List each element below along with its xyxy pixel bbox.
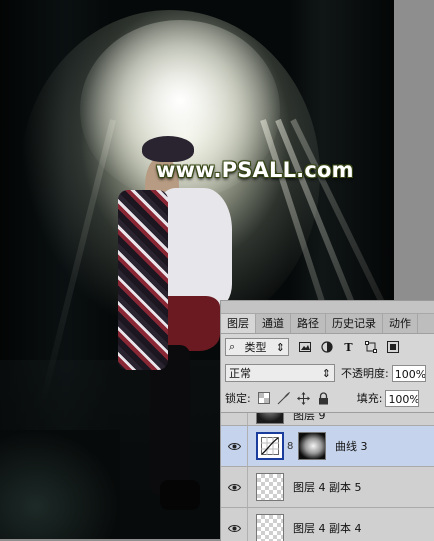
layer-thumbnail	[256, 514, 284, 541]
panel-tabs: 图层 通道 路径 历史记录 动作	[221, 314, 434, 334]
layer-thumbnail	[256, 413, 284, 424]
adjustment-filter-icon[interactable]	[320, 341, 333, 354]
layer-row[interactable]: 图层 9	[221, 413, 434, 426]
blend-row: 正常 ⇕ 不透明度: 100%	[221, 360, 434, 386]
layer-name[interactable]: 图层 4 副本 5	[293, 479, 362, 495]
shape-filter-icon[interactable]	[364, 341, 377, 354]
layer-row[interactable]: 图层 4 副本 4	[221, 508, 434, 541]
eye-icon[interactable]	[221, 508, 248, 541]
girl-scarf	[118, 190, 168, 370]
fill-label: 填充:	[356, 392, 383, 405]
updown-arrow-icon: ⇕	[275, 340, 285, 354]
foliage	[0, 430, 120, 539]
layer-mask-thumbnail[interactable]	[298, 432, 326, 460]
watermark-text: www.PSALL.com	[156, 158, 354, 182]
lock-label: 锁定:	[225, 392, 251, 405]
layer-name[interactable]: 图层 9	[293, 413, 326, 423]
layer-thumbnail	[256, 473, 284, 501]
fill-field[interactable]: 100%	[385, 389, 420, 407]
tab-channels[interactable]: 通道	[256, 314, 291, 333]
girl-boots	[160, 480, 200, 510]
curves-adjustment-icon	[256, 432, 284, 460]
tab-layers[interactable]: 图层	[221, 314, 256, 333]
image-filter-icon[interactable]	[298, 341, 311, 354]
kind-filter-label: 类型	[244, 341, 267, 354]
updown-arrow-icon: ⇕	[321, 366, 331, 380]
visibility-toggle-off[interactable]	[221, 413, 248, 425]
layer-row[interactable]: 图层 4 副本 5	[221, 467, 434, 508]
eye-icon[interactable]	[221, 426, 248, 466]
layer-row-selected[interactable]: 8 曲线 3	[221, 426, 434, 467]
layer-list: 图层 9 8 曲线 3 图层 4 副本 5 图层 4 副本 4	[221, 412, 434, 541]
kind-filter-select[interactable]: ⌕ 类型 ⇕	[225, 338, 289, 356]
lock-row: 锁定: 填充: 100%	[221, 386, 434, 410]
lock-image-pixels-icon[interactable]	[277, 391, 291, 405]
layer-name[interactable]: 图层 4 副本 4	[293, 520, 362, 536]
blend-mode-value: 正常	[229, 367, 251, 380]
text-filter-icon[interactable]: T	[342, 341, 355, 354]
smart-object-filter-icon[interactable]	[386, 341, 399, 354]
eye-icon[interactable]	[221, 467, 248, 507]
tab-paths[interactable]: 路径	[291, 314, 326, 333]
layer-name[interactable]: 曲线 3	[335, 438, 368, 454]
lock-all-icon[interactable]	[317, 391, 331, 405]
tab-actions[interactable]: 动作	[383, 314, 418, 333]
lock-position-icon[interactable]	[297, 391, 311, 405]
search-icon: ⌕	[229, 340, 236, 353]
filter-row: ⌕ 类型 ⇕ T	[221, 334, 434, 360]
layers-panel: 图层 通道 路径 历史记录 动作 ⌕ 类型 ⇕ T 正常 ⇕ 不透明度: 100	[220, 300, 434, 541]
lock-transparent-pixels-icon[interactable]	[257, 391, 271, 405]
opacity-field[interactable]: 100%	[391, 364, 426, 382]
opacity-label: 不透明度:	[341, 367, 389, 380]
blend-mode-select[interactable]: 正常 ⇕	[225, 364, 335, 382]
link-icon[interactable]: 8	[287, 441, 295, 452]
tab-history[interactable]: 历史记录	[326, 314, 383, 333]
panel-grip[interactable]	[221, 301, 434, 314]
